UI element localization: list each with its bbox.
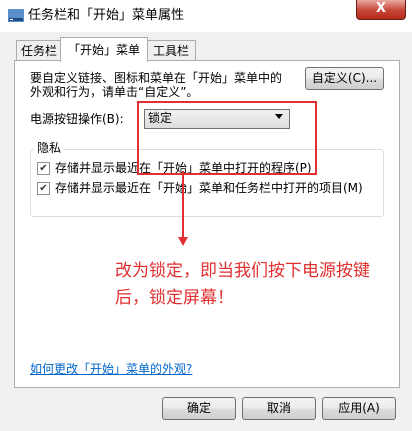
power-button-label: 电源按钮操作(B): <box>30 112 124 126</box>
tab-taskbar[interactable]: 任务栏 <box>16 40 62 61</box>
apply-button[interactable]: 应用(A) <box>322 397 396 420</box>
tab-toolbars[interactable]: 工具栏 <box>146 40 196 61</box>
annotation-highlight-box <box>137 101 317 175</box>
close-button[interactable]: X <box>356 0 406 20</box>
privacy-group-title: 隐私 <box>34 141 65 155</box>
recent-items-checkbox[interactable]: ✔ <box>37 182 50 195</box>
recent-items-label: 存储并显示最近在「开始」菜单和任务栏中打开的项目(M) <box>55 181 363 195</box>
annotation-line1: 改为锁定，即当我们按下电源按键 <box>115 261 370 281</box>
tab-label: 「开始」菜单 <box>67 43 140 57</box>
taskbar-app-icon <box>8 9 24 22</box>
tab-label: 工具栏 <box>152 44 189 58</box>
title-bar: 任务栏和「开始」菜单属性 X <box>0 0 412 32</box>
down-arrow-icon <box>178 237 188 246</box>
tab-label: 任务栏 <box>20 44 57 58</box>
annotation-line2: 后，锁定屏幕！ <box>115 288 234 308</box>
customize-description-line2: 外观和行为，请单击“自定义”。 <box>30 85 199 99</box>
annotation-text: 改为锁定，即当我们按下电源按键 后，锁定屏幕！ <box>115 258 412 312</box>
tab-start-menu[interactable]: 「开始」菜单 <box>60 37 148 62</box>
checkmark-icon: ✔ <box>39 163 48 174</box>
close-icon: X <box>375 1 387 16</box>
window-title: 任务栏和「开始」菜单属性 <box>28 8 185 23</box>
annotation-arrow-line <box>182 171 184 239</box>
customize-description-line1: 要自定义链接、图标和菜单在「开始」菜单中的 <box>30 71 283 85</box>
help-link[interactable]: 如何更改「开始」菜单的外观? <box>30 360 192 377</box>
recent-programs-checkbox[interactable]: ✔ <box>37 162 50 175</box>
checkmark-icon: ✔ <box>39 183 48 194</box>
cancel-button[interactable]: 取消 <box>242 397 316 420</box>
customize-button[interactable]: 自定义(C)... <box>305 67 384 90</box>
ok-button[interactable]: 确定 <box>162 397 236 420</box>
